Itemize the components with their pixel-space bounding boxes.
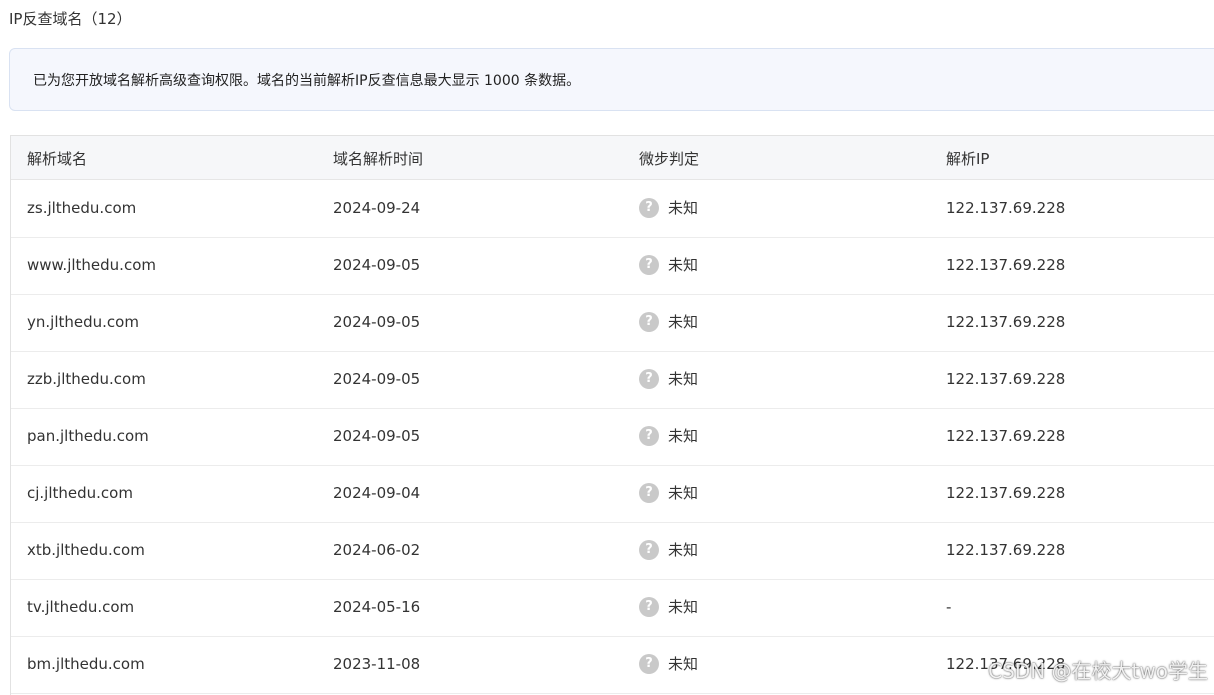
table-row: xtb.jlthedu.com 2024-06-02 ? 未知 122.137.…	[11, 522, 1214, 580]
verdict-label: 未知	[668, 370, 699, 388]
resolve-time: 2024-09-05	[333, 256, 421, 274]
verdict-label: 未知	[668, 598, 699, 616]
table-row: yn.jlthedu.com 2024-09-05 ? 未知 122.137.6…	[11, 294, 1214, 352]
verdict: ? 未知	[639, 311, 698, 332]
domain-link[interactable]: cj.jlthedu.com	[27, 484, 133, 502]
question-mark-circle-icon: ?	[639, 653, 659, 674]
verdict: ? 未知	[639, 596, 698, 617]
question-mark-circle-icon: ?	[639, 539, 659, 560]
resolve-time: 2024-06-02	[333, 541, 421, 559]
resolve-time: 2024-05-16	[333, 598, 421, 616]
domain-link[interactable]: tv.jlthedu.com	[27, 598, 134, 616]
domain-link[interactable]: zs.jlthedu.com	[27, 199, 136, 217]
verdict: ? 未知	[639, 368, 698, 389]
domain-link[interactable]: yn.jlthedu.com	[27, 313, 139, 331]
ip-link[interactable]: 122.137.69.228	[946, 370, 1065, 388]
section-title: IP反查域名（12）	[9, 10, 132, 28]
verdict: ? 未知	[639, 197, 698, 218]
ip-value: -	[946, 598, 952, 616]
table-row: zs.jlthedu.com 2024-09-24 ? 未知 122.137.6…	[11, 180, 1214, 238]
domain-link[interactable]: xtb.jlthedu.com	[27, 541, 145, 559]
resolve-time: 2024-09-04	[333, 484, 421, 502]
table-row: pan.jlthedu.com 2024-09-05 ? 未知 122.137.…	[11, 408, 1214, 466]
question-mark-circle-icon: ?	[639, 368, 659, 389]
verdict-label: 未知	[668, 256, 699, 274]
resolve-time: 2024-09-05	[333, 313, 421, 331]
ip-link[interactable]: 122.137.69.228	[946, 484, 1065, 502]
resolve-time: 2023-11-08	[333, 655, 421, 673]
column-header-resolve-time[interactable]: 域名解析时间	[333, 148, 423, 169]
verdict: ? 未知	[639, 254, 698, 275]
verdict-label: 未知	[668, 484, 699, 502]
domain-link[interactable]: zzb.jlthedu.com	[27, 370, 146, 388]
watermark: CSDN @在校大two学生	[988, 659, 1208, 683]
verdict-label: 未知	[668, 313, 699, 331]
domain-link[interactable]: www.jlthedu.com	[27, 256, 156, 274]
verdict: ? 未知	[639, 539, 698, 560]
table-row: cj.jlthedu.com 2024-09-04 ? 未知 122.137.6…	[11, 465, 1214, 523]
verdict-label: 未知	[668, 541, 699, 559]
ip-link[interactable]: 122.137.69.228	[946, 199, 1065, 217]
verdict: ? 未知	[639, 653, 698, 674]
question-mark-circle-icon: ?	[639, 197, 659, 218]
table-row: www.jlthedu.com 2024-09-05 ? 未知 122.137.…	[11, 237, 1214, 295]
notice-text: 已为您开放域名解析高级查询权限。域名的当前解析IP反查信息最大显示 1000 条…	[33, 73, 581, 89]
table-header: 解析域名 域名解析时间 微步判定 解析IP	[11, 136, 1214, 180]
table-row: tv.jlthedu.com 2024-05-16 ? 未知 -	[11, 579, 1214, 637]
domain-table: 解析域名 域名解析时间 微步判定 解析IP zs.jlthedu.com 202…	[10, 135, 1214, 695]
resolve-time: 2024-09-24	[333, 199, 421, 217]
question-mark-circle-icon: ?	[639, 311, 659, 332]
question-mark-circle-icon: ?	[639, 596, 659, 617]
permission-notice: 已为您开放域名解析高级查询权限。域名的当前解析IP反查信息最大显示 1000 条…	[9, 48, 1214, 111]
column-header-verdict[interactable]: 微步判定	[639, 148, 699, 169]
column-header-ip[interactable]: 解析IP	[946, 148, 989, 169]
ip-link[interactable]: 122.137.69.228	[946, 541, 1065, 559]
resolve-time: 2024-09-05	[333, 427, 421, 445]
domain-link[interactable]: pan.jlthedu.com	[27, 427, 149, 445]
resolve-time: 2024-09-05	[333, 370, 421, 388]
verdict-label: 未知	[668, 427, 699, 445]
question-mark-circle-icon: ?	[639, 254, 659, 275]
verdict-label: 未知	[668, 199, 699, 217]
domain-link[interactable]: bm.jlthedu.com	[27, 655, 145, 673]
question-mark-circle-icon: ?	[639, 482, 659, 503]
ip-link[interactable]: 122.137.69.228	[946, 427, 1065, 445]
ip-link[interactable]: 122.137.69.228	[946, 256, 1065, 274]
verdict: ? 未知	[639, 482, 698, 503]
question-mark-circle-icon: ?	[639, 425, 659, 446]
table-row: zzb.jlthedu.com 2024-09-05 ? 未知 122.137.…	[11, 351, 1214, 409]
ip-link[interactable]: 122.137.69.228	[946, 313, 1065, 331]
verdict-label: 未知	[668, 655, 699, 673]
verdict: ? 未知	[639, 425, 698, 446]
column-header-domain[interactable]: 解析域名	[27, 148, 87, 169]
